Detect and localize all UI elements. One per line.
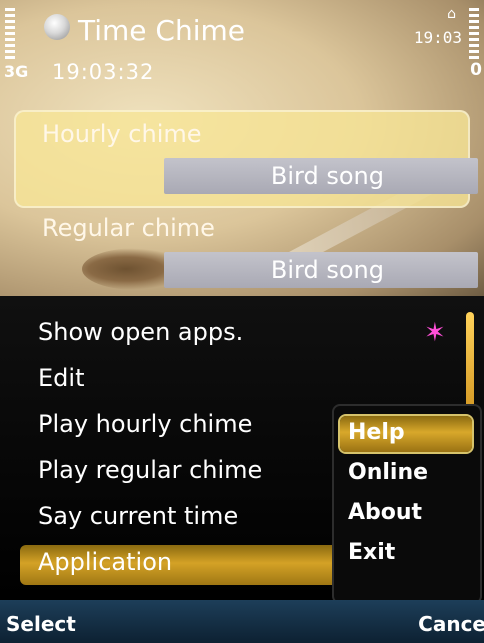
- app-icon: [44, 14, 70, 40]
- app-switcher-icon[interactable]: ✶: [424, 318, 446, 348]
- cancel-softkey[interactable]: Cance: [418, 612, 484, 636]
- menu-item-play-regular-chime[interactable]: Play regular chime: [38, 456, 262, 484]
- battery-level-label: 0: [470, 60, 482, 80]
- app-title: Time Chime: [78, 14, 246, 47]
- settings-panel: Hourly chime Bird song Regular chime Bir…: [14, 110, 478, 300]
- network-type-label: 3G: [4, 62, 29, 81]
- signal-strength-icon: [5, 8, 15, 60]
- status-bar: 3G 0 Time Chime 19:03:32 ⌂ 19:03: [0, 0, 484, 102]
- menu-item-say-current-time[interactable]: Say current time: [38, 502, 238, 530]
- submenu-item-exit[interactable]: Exit: [348, 540, 395, 565]
- menu-item-play-hourly-chime[interactable]: Play hourly chime: [38, 410, 252, 438]
- regular-chime-label: Regular chime: [42, 214, 215, 242]
- submenu-item-about[interactable]: About: [348, 500, 422, 525]
- submenu-item-help[interactable]: Help: [348, 420, 405, 445]
- hourly-chime-value[interactable]: Bird song: [164, 158, 478, 194]
- submenu-item-online[interactable]: Online: [348, 460, 428, 485]
- softkey-bar: Select Cance: [0, 600, 484, 643]
- phone-screen: 3G 0 Time Chime 19:03:32 ⌂ 19:03 Hourly …: [0, 0, 484, 643]
- clock-time-label: 19:03:32: [52, 60, 155, 84]
- clock-corner-label: 19:03: [413, 28, 462, 47]
- application-submenu: Help Online About Exit: [332, 404, 482, 604]
- regular-chime-value[interactable]: Bird song: [164, 252, 478, 288]
- menu-item-application[interactable]: Application: [38, 548, 172, 576]
- profile-icon: ⌂: [447, 6, 456, 22]
- menu-item-edit[interactable]: Edit: [38, 364, 84, 392]
- hourly-chime-label: Hourly chime: [42, 120, 202, 148]
- menu-item-show-open-apps[interactable]: Show open apps.: [38, 318, 243, 346]
- battery-level-icon: [469, 8, 479, 60]
- select-softkey[interactable]: Select: [6, 612, 76, 636]
